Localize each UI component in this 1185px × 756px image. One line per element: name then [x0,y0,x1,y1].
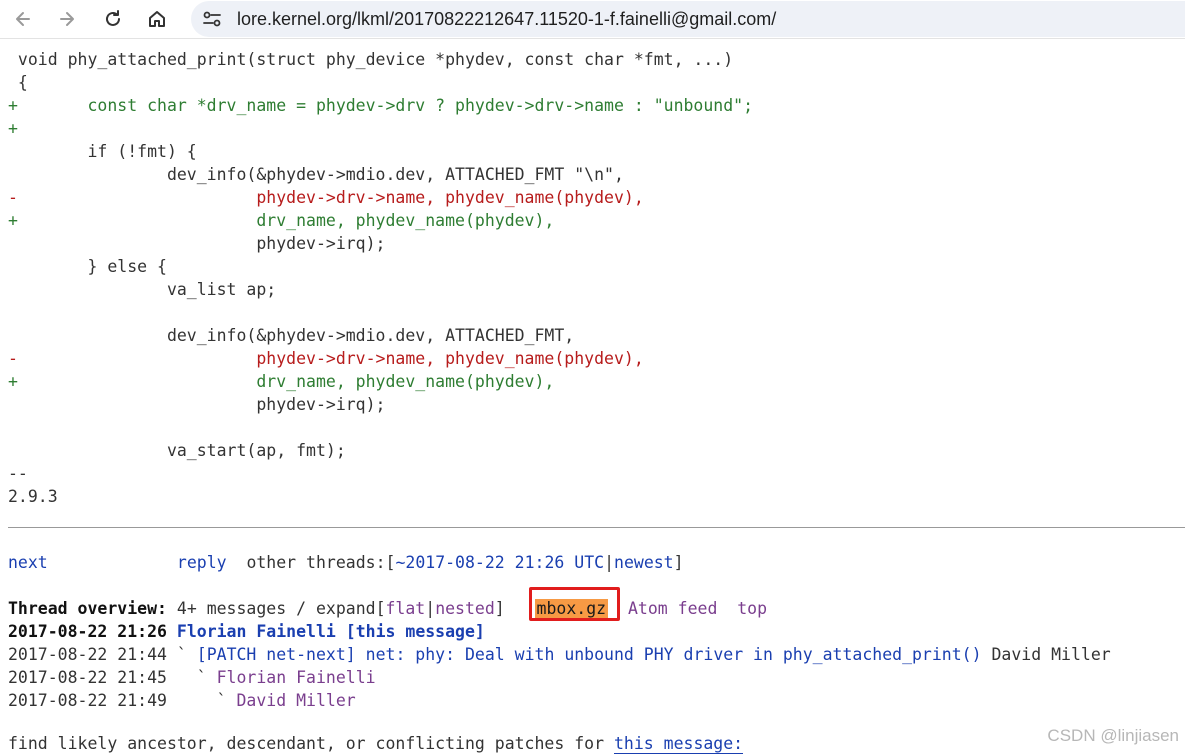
other-threads-label: other threads:[ [246,553,396,572]
thread-tree-prefix: ` [166,668,217,687]
code-line: -- [8,464,28,483]
thread-date-link[interactable]: ~2017-08-22 21:26 UTC [395,553,604,572]
top-link[interactable]: top [737,599,767,618]
thread-overview: Thread overview: 4+ messages / expand[fl… [8,599,768,618]
next-link[interactable]: next [8,553,48,572]
home-button[interactable] [142,4,172,34]
thread-overview-label: Thread overview: [8,599,167,618]
code-line: + drv_name, phydev_name(phydev), [8,211,555,230]
nested-link[interactable]: nested [435,599,495,618]
thread-author-link[interactable]: David Miller [237,691,356,710]
flat-link[interactable]: flat [386,599,426,618]
code-line: + [8,119,18,138]
back-button[interactable] [8,4,38,34]
code-line: - phydev->drv->name, phydev_name(phydev)… [8,188,644,207]
code-line: va_start(ap, fmt); [8,441,346,460]
url-text[interactable]: lore.kernel.org/lkml/20170822212647.1152… [237,9,776,30]
thread-row: 2017-08-22 21:26 Florian Fainelli [this … [8,620,485,643]
reply-link[interactable]: reply [177,553,227,572]
code-line: + const char *drv_name = phydev->drv ? p… [8,96,754,115]
thread-tree-prefix: ` [166,645,197,664]
thread-tail-author: David Miller [981,645,1111,664]
annotation-highlight-box [529,587,620,621]
thread-row: 2017-08-22 21:44 ` [PATCH net-next] net:… [8,643,1111,666]
thread-date: 2017-08-22 21:45 [8,668,167,687]
thread-tree-prefix [167,622,177,641]
thread-tree-prefix: ` [166,691,237,710]
thread-date: 2017-08-22 21:26 [8,622,167,641]
code-line: + drv_name, phydev_name(phydev), [8,372,555,391]
watermark: CSDN @linjiasen [1047,726,1179,745]
thread-nav: next reply other threads:[~2017-08-22 21… [8,553,684,572]
thread-subject-link[interactable]: [this message] [346,622,485,641]
code-line: dev_info(&phydev->mdio.dev, ATTACHED_FMT… [8,326,575,345]
reload-icon [106,10,120,26]
browser-toolbar: lore.kernel.org/lkml/20170822212647.1152… [0,0,1185,39]
reload-button[interactable] [98,4,128,34]
code-line: dev_info(&phydev->mdio.dev, ATTACHED_FMT… [8,165,624,184]
back-arrow-icon [16,12,30,26]
thread-date: 2017-08-22 21:44 [8,645,167,664]
code-line: phydev->irq); [8,234,386,253]
newest-link[interactable]: newest [614,553,674,572]
footer-line: find likely ancestor, descendant, or con… [8,734,744,754]
code-line: if (!fmt) { [8,142,197,161]
divider [8,527,1185,528]
thread-subject-link[interactable]: [PATCH net-next] net: phy: Deal with unb… [197,645,982,664]
code-line: va_list ap; [8,280,277,299]
thread-date: 2017-08-22 21:49 [8,691,167,710]
this-message-link[interactable]: this message: [613,734,744,754]
forward-button[interactable] [52,4,82,34]
thread-author-link[interactable]: Florian Fainelli [217,668,376,687]
code-line: void phy_attached_print(struct phy_devic… [8,50,734,69]
thread-row: 2017-08-22 21:49 ` David Miller [8,689,356,712]
thread-author-link[interactable]: Florian Fainelli [177,622,336,641]
atom-feed-link[interactable]: Atom feed [628,599,717,618]
code-line: - phydev->drv->name, phydev_name(phydev)… [8,349,644,368]
code-line: } else { [8,257,167,276]
code-line: { [8,73,28,92]
address-bar[interactable]: lore.kernel.org/lkml/20170822212647.1152… [191,1,1185,37]
home-icon [149,11,165,27]
forward-arrow-icon [60,12,74,26]
code-line: phydev->irq); [8,395,386,414]
thread-row: 2017-08-22 21:45 ` Florian Fainelli [8,666,376,689]
code-line: 2.9.3 [8,487,58,506]
site-info-icon[interactable] [202,10,222,28]
